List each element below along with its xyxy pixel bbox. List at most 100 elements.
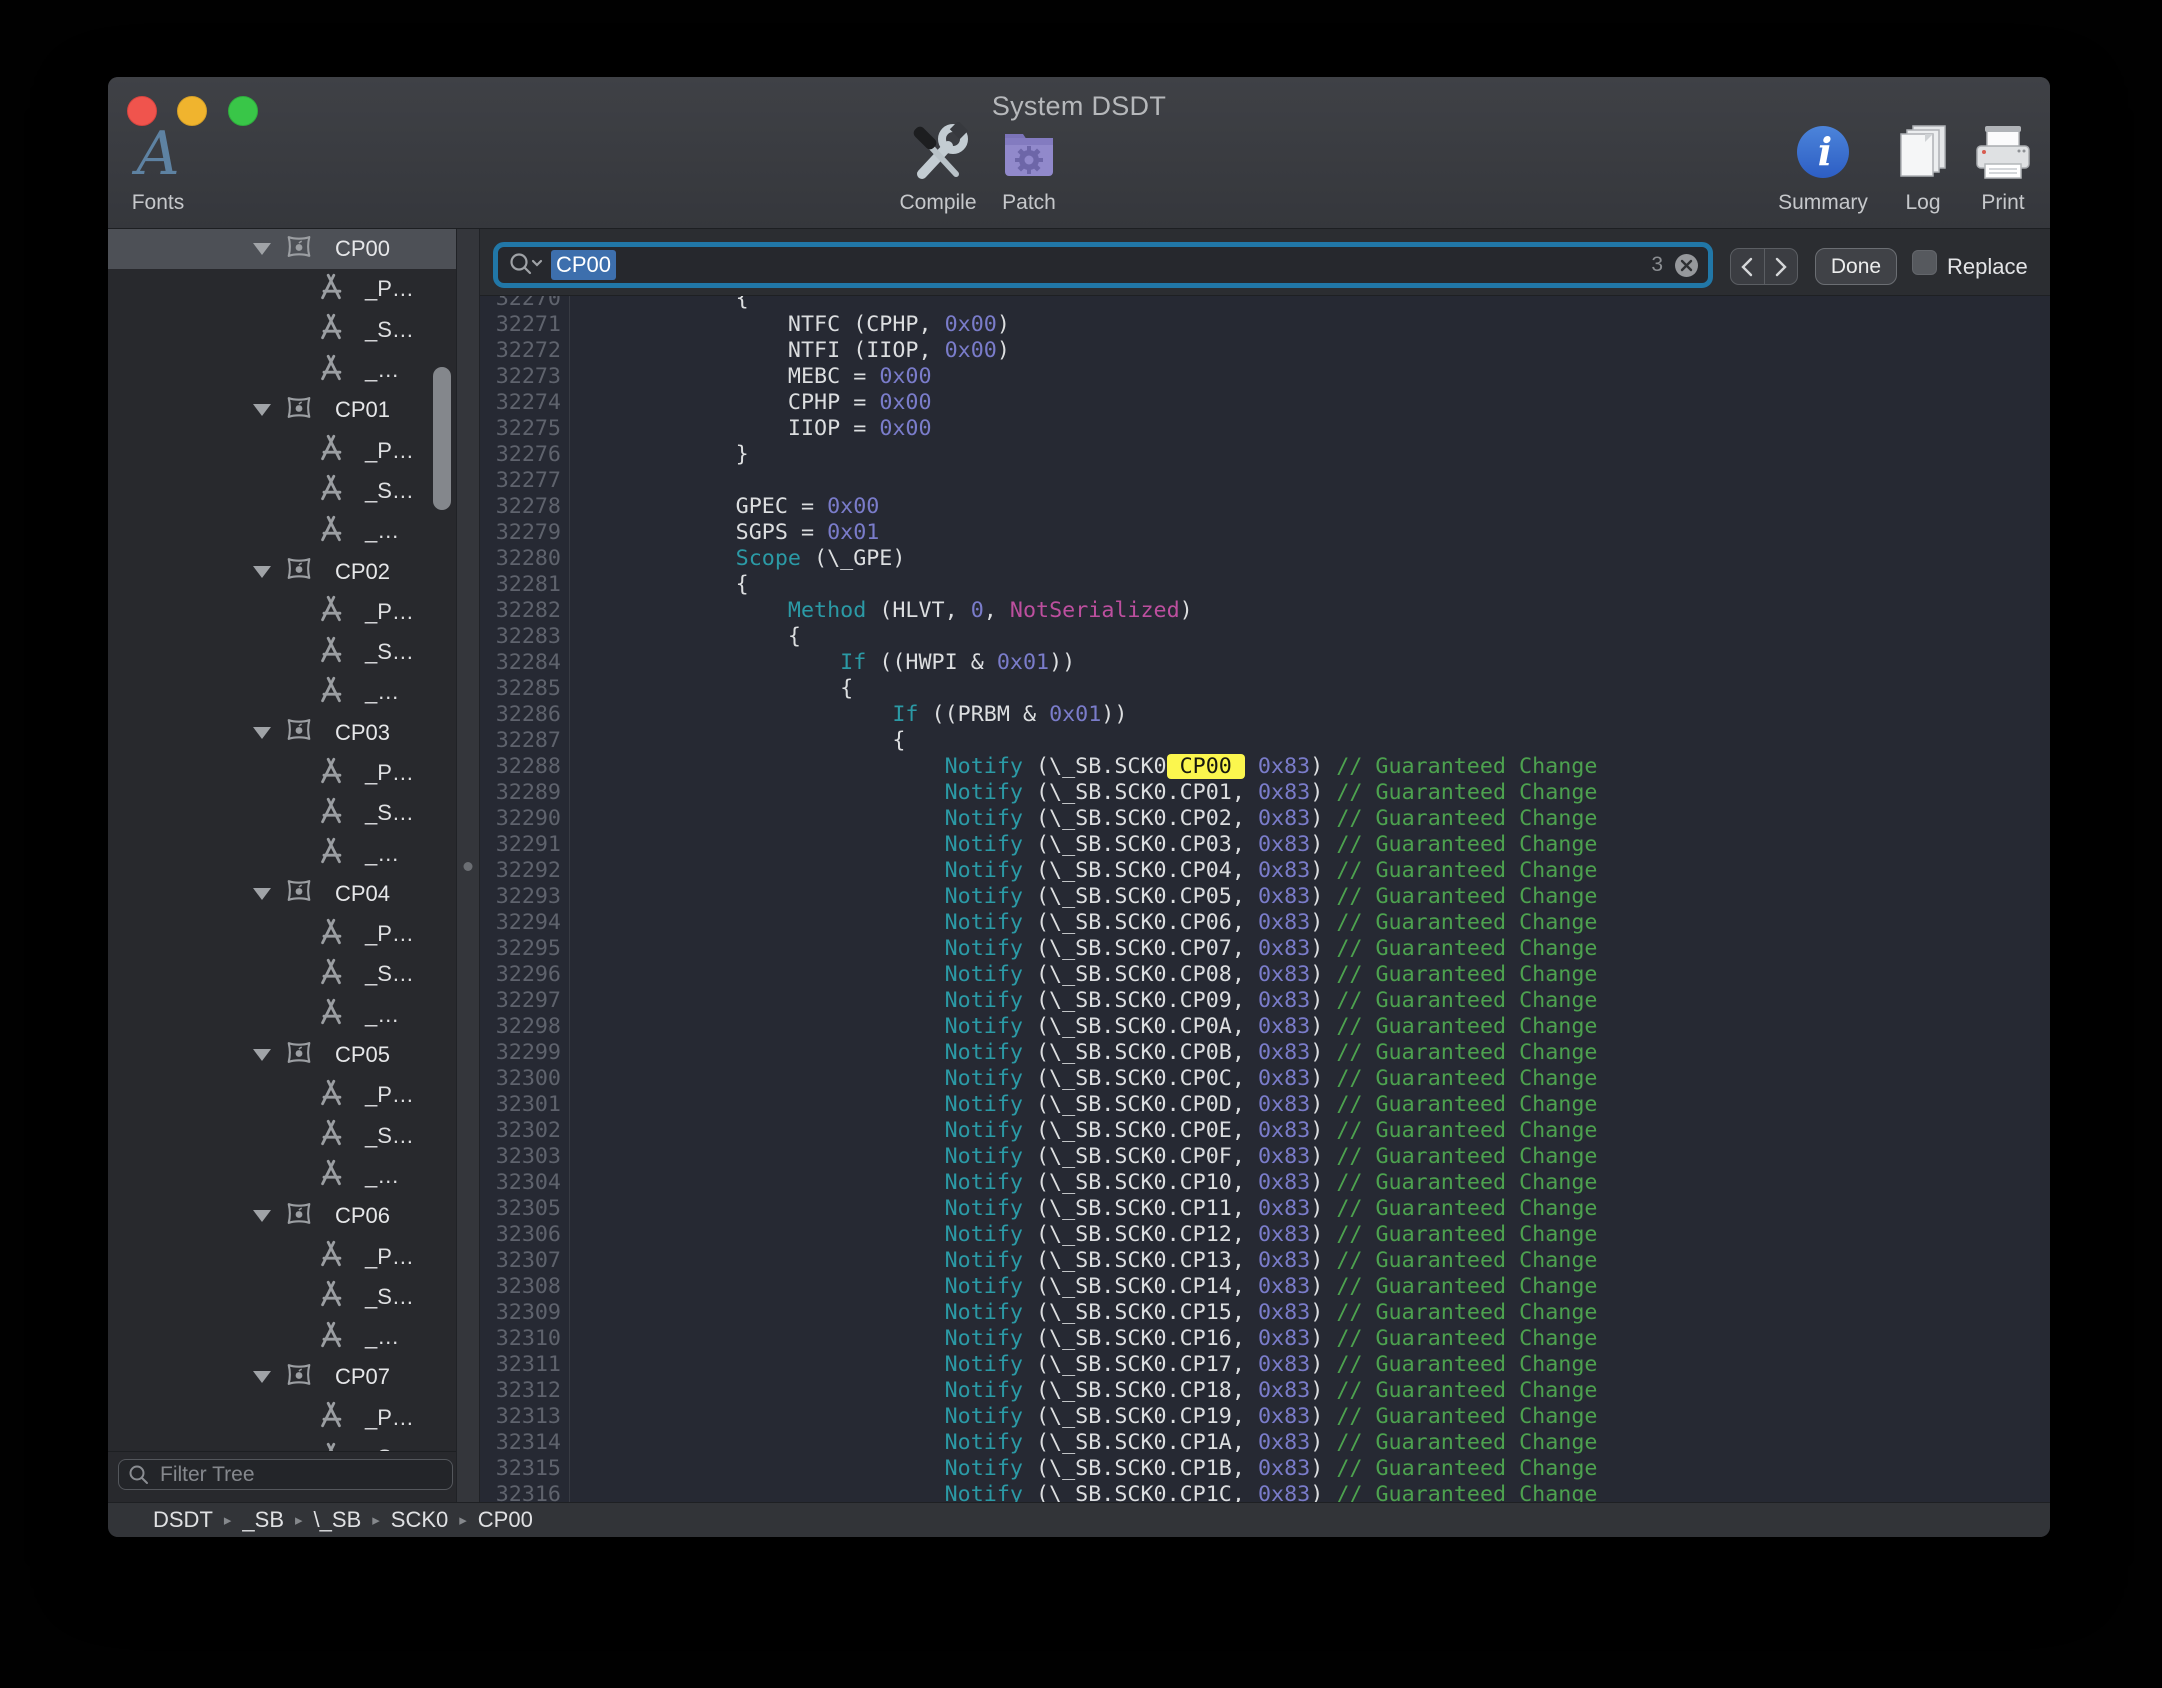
code-line[interactable]: 32271 NTFC (CPHP, 0x00) bbox=[480, 312, 2050, 338]
tree-child-item[interactable]: _P… bbox=[108, 914, 456, 954]
tree-child-item[interactable]: _P… bbox=[108, 753, 456, 793]
tree-child-item[interactable]: _P… bbox=[108, 269, 456, 309]
tree-child-item[interactable]: _… bbox=[108, 350, 456, 390]
sidebar-scrollbar[interactable] bbox=[433, 367, 451, 510]
code-line[interactable]: 32295 Notify (\_SB.SCK0.CP07, 0x83) // G… bbox=[480, 936, 2050, 962]
code-line[interactable]: 32283 { bbox=[480, 624, 2050, 650]
disclosure-triangle-icon[interactable] bbox=[253, 404, 271, 416]
print-toolbar-button[interactable]: Print bbox=[1948, 121, 2050, 215]
tree-child-item[interactable]: _P… bbox=[108, 1075, 456, 1115]
code-line[interactable]: 32303 Notify (\_SB.SCK0.CP0F, 0x83) // G… bbox=[480, 1144, 2050, 1170]
tree-child-item[interactable]: _S… bbox=[108, 632, 456, 672]
code-line[interactable]: 32276 } bbox=[480, 442, 2050, 468]
filter-tree-input[interactable]: Filter Tree bbox=[118, 1459, 453, 1490]
tree-child-item[interactable]: _P… bbox=[108, 1236, 456, 1276]
code-line[interactable]: 32290 Notify (\_SB.SCK0.CP02, 0x83) // G… bbox=[480, 806, 2050, 832]
code-line[interactable]: 32287 { bbox=[480, 728, 2050, 754]
tree-child-item[interactable]: _P… bbox=[108, 430, 456, 470]
tree-child-item[interactable]: _S… bbox=[108, 310, 456, 350]
code-line[interactable]: 32310 Notify (\_SB.SCK0.CP16, 0x83) // G… bbox=[480, 1326, 2050, 1352]
code-line[interactable]: 32280 Scope (\_GPE) bbox=[480, 546, 2050, 572]
code-line[interactable]: 32305 Notify (\_SB.SCK0.CP11, 0x83) // G… bbox=[480, 1196, 2050, 1222]
disclosure-triangle-icon[interactable] bbox=[253, 1210, 271, 1222]
tree-item-CP07[interactable]: CP07 bbox=[108, 1357, 456, 1397]
code-line[interactable]: 32296 Notify (\_SB.SCK0.CP08, 0x83) // G… bbox=[480, 962, 2050, 988]
code-editor[interactable]: 32270 {32271 NTFC (CPHP, 0x00)32272 NTFI… bbox=[480, 296, 2050, 1502]
code-line[interactable]: 32279 SGPS = 0x01 bbox=[480, 520, 2050, 546]
fonts-toolbar-button[interactable]: A Fonts bbox=[108, 121, 213, 215]
code-line[interactable]: 32284 If ((HWPI & 0x01)) bbox=[480, 650, 2050, 676]
code-line[interactable]: 32282 Method (HLVT, 0, NotSerialized) bbox=[480, 598, 2050, 624]
code-line[interactable]: 32315 Notify (\_SB.SCK0.CP1B, 0x83) // G… bbox=[480, 1456, 2050, 1482]
tree-child-item[interactable]: _… bbox=[108, 995, 456, 1035]
code-line[interactable]: 32278 GPEC = 0x00 bbox=[480, 494, 2050, 520]
code-line[interactable]: 32308 Notify (\_SB.SCK0.CP14, 0x83) // G… bbox=[480, 1274, 2050, 1300]
code-line[interactable]: 32304 Notify (\_SB.SCK0.CP10, 0x83) // G… bbox=[480, 1170, 2050, 1196]
code-line[interactable]: 32275 IIOP = 0x00 bbox=[480, 416, 2050, 442]
tree-child-item[interactable]: _S… bbox=[108, 1116, 456, 1156]
code-line[interactable]: 32312 Notify (\_SB.SCK0.CP18, 0x83) // G… bbox=[480, 1378, 2050, 1404]
tree-child-item[interactable]: _P… bbox=[108, 592, 456, 632]
code-line[interactable]: 32274 CPHP = 0x00 bbox=[480, 390, 2050, 416]
dsdt-tree[interactable]: CP00_P…_S…_…CP01_P…_S…_…CP02_P…_S…_…CP03… bbox=[108, 229, 456, 1451]
disclosure-triangle-icon[interactable] bbox=[253, 727, 271, 739]
code-line[interactable]: 32281 { bbox=[480, 572, 2050, 598]
code-line[interactable]: 32285 { bbox=[480, 676, 2050, 702]
disclosure-triangle-icon[interactable] bbox=[253, 566, 271, 578]
code-line[interactable]: 32311 Notify (\_SB.SCK0.CP17, 0x83) // G… bbox=[480, 1352, 2050, 1378]
tree-child-item[interactable]: _S… bbox=[108, 471, 456, 511]
code-line[interactable]: 32288 Notify (\_SB.SCK0CP00 0x83) // Gua… bbox=[480, 754, 2050, 780]
code-line[interactable]: 32309 Notify (\_SB.SCK0.CP15, 0x83) // G… bbox=[480, 1300, 2050, 1326]
tree-child-item[interactable]: _S… bbox=[108, 954, 456, 994]
tree-item-CP02[interactable]: CP02 bbox=[108, 551, 456, 591]
code-line[interactable]: 32270 { bbox=[480, 296, 2050, 312]
disclosure-triangle-icon[interactable] bbox=[253, 1049, 271, 1061]
search-options-icon[interactable] bbox=[509, 252, 543, 278]
code-line[interactable]: 32307 Notify (\_SB.SCK0.CP13, 0x83) // G… bbox=[480, 1248, 2050, 1274]
code-line[interactable]: 32316 Notify (\_SB.SCK0.CP1C, 0x83) // G… bbox=[480, 1482, 2050, 1502]
tree-child-item[interactable]: _S… bbox=[108, 1277, 456, 1317]
previous-match-button[interactable] bbox=[1731, 249, 1765, 284]
find-input[interactable]: CP00 3 bbox=[493, 242, 1713, 288]
tree-item-CP00[interactable]: CP00 bbox=[108, 229, 456, 269]
tree-child-item[interactable]: _… bbox=[108, 833, 456, 873]
code-line[interactable]: 32302 Notify (\_SB.SCK0.CP0E, 0x83) // G… bbox=[480, 1118, 2050, 1144]
disclosure-triangle-icon[interactable] bbox=[253, 1371, 271, 1383]
replace-checkbox[interactable] bbox=[1912, 250, 1937, 275]
done-button[interactable]: Done bbox=[1815, 248, 1897, 285]
tree-item-CP01[interactable]: CP01 bbox=[108, 390, 456, 430]
code-line[interactable]: 32273 MEBC = 0x00 bbox=[480, 364, 2050, 390]
tree-child-item[interactable]: _S… bbox=[108, 793, 456, 833]
breadcrumb-item-SB[interactable]: _SB bbox=[242, 1507, 284, 1533]
clear-search-button[interactable] bbox=[1675, 254, 1698, 277]
tree-item-CP03[interactable]: CP03 bbox=[108, 713, 456, 753]
split-divider[interactable] bbox=[456, 229, 480, 1502]
code-line[interactable]: 32292 Notify (\_SB.SCK0.CP04, 0x83) // G… bbox=[480, 858, 2050, 884]
tree-child-item[interactable]: _S… bbox=[108, 1438, 456, 1451]
code-line[interactable]: 32289 Notify (\_SB.SCK0.CP01, 0x83) // G… bbox=[480, 780, 2050, 806]
code-line[interactable]: 32306 Notify (\_SB.SCK0.CP12, 0x83) // G… bbox=[480, 1222, 2050, 1248]
code-line[interactable]: 32277 bbox=[480, 468, 2050, 494]
tree-child-item[interactable]: _… bbox=[108, 672, 456, 712]
code-line[interactable]: 32299 Notify (\_SB.SCK0.CP0B, 0x83) // G… bbox=[480, 1040, 2050, 1066]
summary-toolbar-button[interactable]: i Summary bbox=[1768, 121, 1878, 215]
code-line[interactable]: 32294 Notify (\_SB.SCK0.CP06, 0x83) // G… bbox=[480, 910, 2050, 936]
tree-child-item[interactable]: _… bbox=[108, 1156, 456, 1196]
code-line[interactable]: 32300 Notify (\_SB.SCK0.CP0C, 0x83) // G… bbox=[480, 1066, 2050, 1092]
code-line[interactable]: 32298 Notify (\_SB.SCK0.CP0A, 0x83) // G… bbox=[480, 1014, 2050, 1040]
code-line[interactable]: 32293 Notify (\_SB.SCK0.CP05, 0x83) // G… bbox=[480, 884, 2050, 910]
breadcrumb-item-SCK0[interactable]: SCK0 bbox=[391, 1507, 448, 1533]
tree-child-item[interactable]: _… bbox=[108, 1317, 456, 1357]
code-line[interactable]: 32291 Notify (\_SB.SCK0.CP03, 0x83) // G… bbox=[480, 832, 2050, 858]
breadcrumb-item-CP00[interactable]: CP00 bbox=[478, 1507, 533, 1533]
next-match-button[interactable] bbox=[1765, 249, 1798, 284]
disclosure-triangle-icon[interactable] bbox=[253, 888, 271, 900]
breadcrumb-item-DSDT[interactable]: DSDT bbox=[153, 1507, 213, 1533]
tree-child-item[interactable]: _… bbox=[108, 511, 456, 551]
patch-toolbar-button[interactable]: Patch bbox=[974, 121, 1084, 215]
tree-child-item[interactable]: _P… bbox=[108, 1398, 456, 1438]
tree-item-CP05[interactable]: CP05 bbox=[108, 1035, 456, 1075]
code-line[interactable]: 32301 Notify (\_SB.SCK0.CP0D, 0x83) // G… bbox=[480, 1092, 2050, 1118]
code-line[interactable]: 32314 Notify (\_SB.SCK0.CP1A, 0x83) // G… bbox=[480, 1430, 2050, 1456]
code-line[interactable]: 32297 Notify (\_SB.SCK0.CP09, 0x83) // G… bbox=[480, 988, 2050, 1014]
